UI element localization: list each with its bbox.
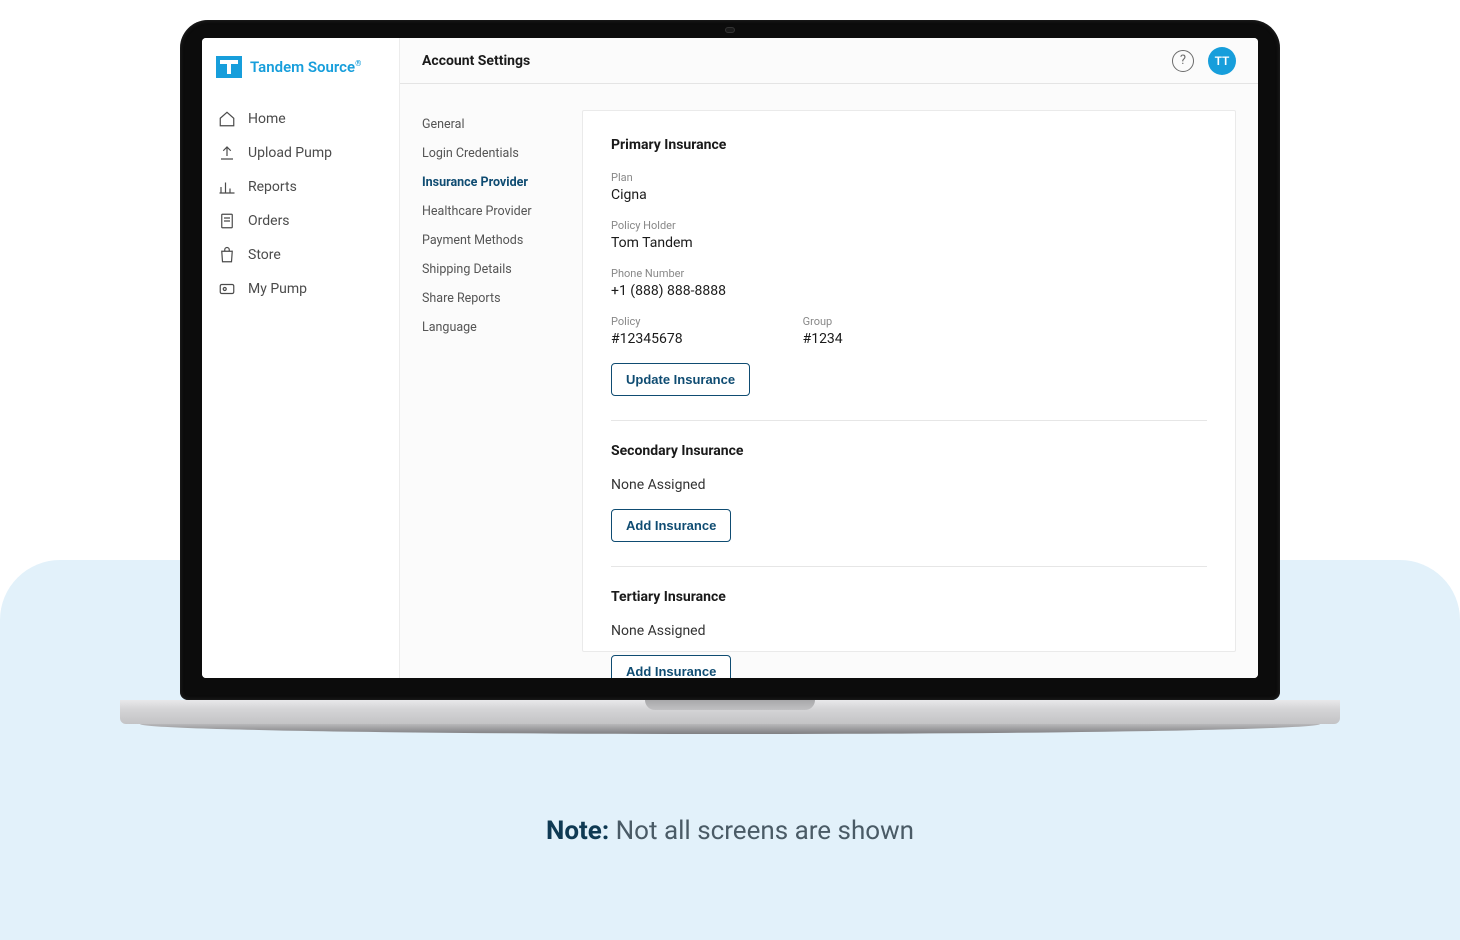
app-screen: Tandem Source® Home Upload Pump bbox=[202, 38, 1258, 678]
group-label: Group bbox=[803, 315, 843, 328]
settings-subnav: General Login Credentials Insurance Prov… bbox=[422, 110, 560, 652]
policy-field: Policy #12345678 bbox=[611, 315, 683, 347]
upload-icon bbox=[218, 144, 236, 162]
phone-label: Phone Number bbox=[611, 267, 1207, 280]
topbar: Account Settings ? TT bbox=[400, 38, 1258, 84]
insurance-panel: Primary Insurance Plan Cigna Policy Hold… bbox=[582, 110, 1236, 652]
nav-my-pump-label: My Pump bbox=[248, 281, 307, 297]
plan-value: Cigna bbox=[611, 187, 1207, 203]
content-area: General Login Credentials Insurance Prov… bbox=[400, 84, 1258, 678]
brand-logo[interactable]: Tandem Source® bbox=[202, 52, 399, 96]
nav-orders-label: Orders bbox=[248, 213, 290, 229]
nav-reports-label: Reports bbox=[248, 179, 297, 195]
tertiary-insurance-title: Tertiary Insurance bbox=[611, 589, 1207, 605]
nav-home[interactable]: Home bbox=[208, 102, 393, 136]
phone-value: +1 (888) 888-8888 bbox=[611, 283, 1207, 299]
topbar-actions: ? TT bbox=[1172, 47, 1236, 75]
settings-nav-insurance[interactable]: Insurance Provider bbox=[422, 168, 560, 197]
settings-nav-healthcare[interactable]: Healthcare Provider bbox=[422, 197, 560, 226]
nav-store-label: Store bbox=[248, 247, 281, 263]
avatar[interactable]: TT bbox=[1208, 47, 1236, 75]
nav-orders[interactable]: Orders bbox=[208, 204, 393, 238]
primary-insurance-section: Primary Insurance Plan Cigna Policy Hold… bbox=[611, 137, 1207, 420]
brand-mark-icon bbox=[216, 56, 242, 78]
tertiary-insurance-section: Tertiary Insurance None Assigned Add Ins… bbox=[611, 566, 1207, 678]
settings-nav-login[interactable]: Login Credentials bbox=[422, 139, 560, 168]
laptop-frame: Tandem Source® Home Upload Pump bbox=[180, 20, 1280, 700]
device-icon bbox=[218, 280, 236, 298]
policy-value: #12345678 bbox=[611, 331, 683, 347]
help-icon[interactable]: ? bbox=[1172, 50, 1194, 72]
laptop-mockup: Tandem Source® Home Upload Pump bbox=[180, 20, 1280, 736]
page-title: Account Settings bbox=[422, 53, 530, 69]
add-tertiary-insurance-button[interactable]: Add Insurance bbox=[611, 655, 731, 678]
nav-my-pump[interactable]: My Pump bbox=[208, 272, 393, 306]
policy-holder-field: Policy Holder Tom Tandem bbox=[611, 219, 1207, 251]
tertiary-none-text: None Assigned bbox=[611, 623, 1207, 639]
nav-reports[interactable]: Reports bbox=[208, 170, 393, 204]
settings-nav-language[interactable]: Language bbox=[422, 313, 560, 342]
main-area: Account Settings ? TT General Login Cred… bbox=[400, 38, 1258, 678]
policy-holder-value: Tom Tandem bbox=[611, 235, 1207, 251]
group-value: #1234 bbox=[803, 331, 843, 347]
phone-field: Phone Number +1 (888) 888-8888 bbox=[611, 267, 1207, 299]
nav-upload-label: Upload Pump bbox=[248, 145, 332, 161]
footer-caption: Note: Not all screens are shown bbox=[0, 816, 1460, 846]
plan-field: Plan Cigna bbox=[611, 171, 1207, 203]
receipt-icon bbox=[218, 212, 236, 230]
caption-bold: Note: bbox=[546, 816, 609, 846]
brand-name: Tandem Source® bbox=[250, 58, 361, 76]
settings-nav-general[interactable]: General bbox=[422, 110, 560, 139]
nav-store[interactable]: Store bbox=[208, 238, 393, 272]
add-secondary-insurance-button[interactable]: Add Insurance bbox=[611, 509, 731, 542]
home-icon bbox=[218, 110, 236, 128]
settings-nav-share[interactable]: Share Reports bbox=[422, 284, 560, 313]
app-sidebar: Tandem Source® Home Upload Pump bbox=[202, 38, 400, 678]
shopping-bag-icon bbox=[218, 246, 236, 264]
policy-holder-label: Policy Holder bbox=[611, 219, 1207, 232]
caption-rest: Not all screens are shown bbox=[609, 816, 914, 846]
secondary-insurance-section: Secondary Insurance None Assigned Add In… bbox=[611, 420, 1207, 566]
laptop-base bbox=[120, 700, 1340, 736]
settings-nav-shipping[interactable]: Shipping Details bbox=[422, 255, 560, 284]
update-insurance-button[interactable]: Update Insurance bbox=[611, 363, 750, 396]
laptop-camera bbox=[725, 27, 735, 33]
secondary-insurance-title: Secondary Insurance bbox=[611, 443, 1207, 459]
primary-nav: Home Upload Pump Reports bbox=[202, 96, 399, 312]
nav-home-label: Home bbox=[248, 111, 286, 127]
bar-chart-icon bbox=[218, 178, 236, 196]
secondary-none-text: None Assigned bbox=[611, 477, 1207, 493]
settings-nav-payment[interactable]: Payment Methods bbox=[422, 226, 560, 255]
primary-insurance-title: Primary Insurance bbox=[611, 137, 1207, 153]
plan-label: Plan bbox=[611, 171, 1207, 184]
group-field: Group #1234 bbox=[803, 315, 843, 347]
nav-upload-pump[interactable]: Upload Pump bbox=[208, 136, 393, 170]
policy-label: Policy bbox=[611, 315, 683, 328]
